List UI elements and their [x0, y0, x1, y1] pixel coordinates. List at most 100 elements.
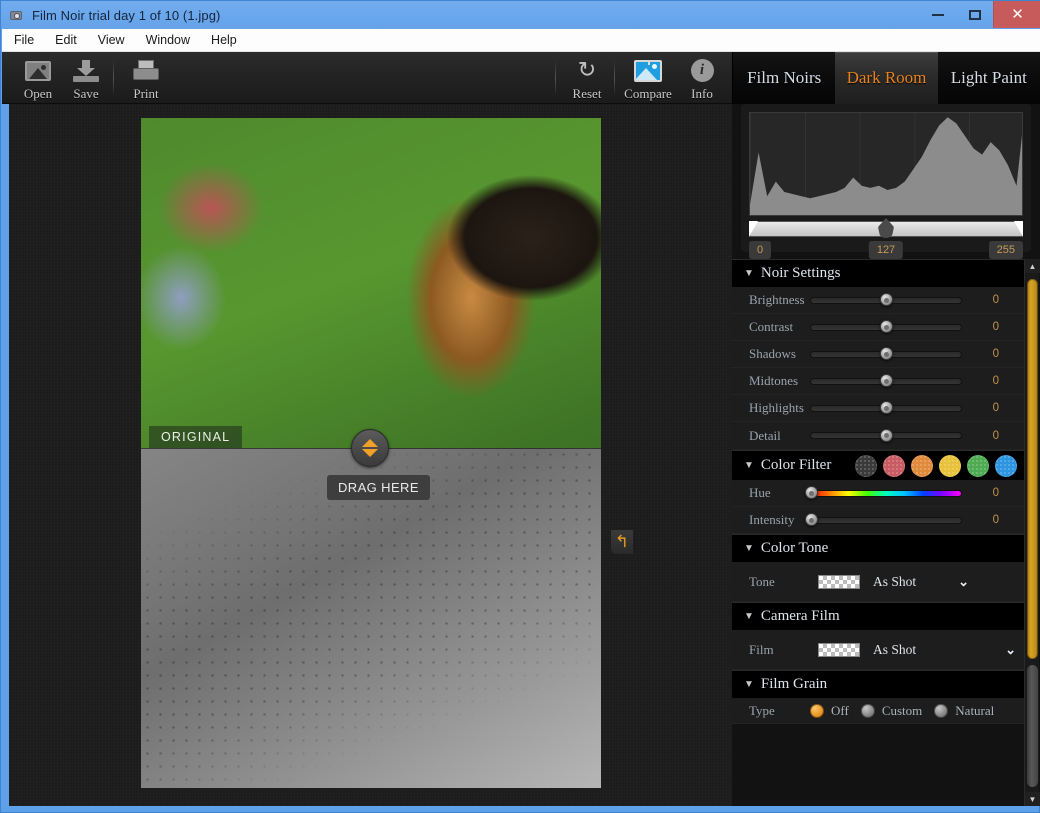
toolbar-separator	[113, 60, 114, 96]
panel-scroll-area[interactable]: ▼ Noir Settings Brightness 0 Contrast 0 …	[732, 259, 1025, 806]
hue-slider[interactable]	[810, 490, 962, 497]
radio-label: Natural	[955, 703, 994, 719]
camera-icon	[9, 7, 25, 23]
slider-label: Shadows	[732, 346, 810, 362]
radio-label: Custom	[882, 703, 922, 719]
section-title: Color Filter	[761, 457, 831, 474]
chevron-down-icon[interactable]: ⌄	[958, 574, 969, 590]
scroll-down-arrow-icon[interactable]: ▼	[1025, 792, 1040, 806]
tab-light-paint[interactable]: Light Paint	[938, 52, 1040, 104]
slider-knob[interactable]	[880, 293, 893, 306]
slider-knob[interactable]	[805, 513, 818, 526]
radio-grain-custom[interactable]	[861, 704, 875, 718]
shadows-slider[interactable]	[810, 351, 962, 358]
section-header-noir-settings[interactable]: ▼ Noir Settings	[732, 259, 1025, 287]
menu-item-window[interactable]: Window	[137, 30, 199, 50]
menu-item-view[interactable]: View	[89, 30, 134, 50]
chevron-down-icon: ▼	[744, 543, 754, 554]
panel-scrollbar[interactable]: ▲ ▼	[1024, 259, 1039, 806]
radio-grain-off[interactable]	[810, 704, 824, 718]
split-drag-handle[interactable]	[351, 429, 389, 467]
original-badge: ORIGINAL	[149, 426, 242, 448]
levels-min-label: 0	[749, 241, 771, 259]
slider-value: 0	[993, 294, 999, 306]
print-button-label: Print	[133, 86, 158, 102]
highlights-slider[interactable]	[810, 405, 962, 412]
tone-label: Tone	[732, 574, 810, 590]
chevron-down-icon[interactable]: ⌄	[1005, 642, 1016, 658]
maximize-button[interactable]	[956, 1, 993, 28]
chevron-up-icon	[362, 439, 378, 447]
detail-slider[interactable]	[810, 432, 962, 439]
slider-label: Contrast	[732, 319, 810, 335]
swatch-none[interactable]	[855, 455, 877, 477]
section-title: Film Grain	[761, 676, 827, 693]
slider-knob[interactable]	[880, 374, 893, 387]
color-filter-swatches	[855, 455, 1017, 477]
drag-here-tooltip: DRAG HERE	[327, 475, 430, 500]
slider-row-shadows: Shadows 0	[732, 341, 1025, 368]
section-header-film-grain[interactable]: ▼ Film Grain	[732, 670, 1025, 698]
section-header-color-tone[interactable]: ▼ Color Tone	[732, 534, 1025, 562]
swatch-blue[interactable]	[995, 455, 1017, 477]
swatch-orange[interactable]	[911, 455, 933, 477]
image-canvas[interactable]: ORIGINAL DRAG HERE ↰	[9, 104, 732, 806]
radio-grain-natural[interactable]	[934, 704, 948, 718]
slider-knob[interactable]	[880, 347, 893, 360]
tone-dropdown-row[interactable]: Tone As Shot ⌄	[732, 562, 1025, 602]
contrast-slider[interactable]	[810, 324, 962, 331]
scrollbar-track[interactable]	[1025, 273, 1040, 792]
slider-value: 0	[993, 348, 999, 360]
chevron-down-icon	[362, 449, 378, 457]
slider-knob[interactable]	[880, 429, 893, 442]
minimize-button[interactable]	[919, 1, 956, 28]
photo-preview[interactable]: ORIGINAL DRAG HERE	[141, 118, 601, 788]
compare-button[interactable]: Compare	[618, 54, 678, 102]
intensity-slider[interactable]	[810, 517, 962, 524]
save-button[interactable]: Save	[57, 54, 115, 102]
close-button[interactable]: ✕	[993, 1, 1040, 28]
window-title: Film Noir trial day 1 of 10 (1.jpg)	[32, 8, 220, 23]
reset-button[interactable]: ↻ Reset	[558, 54, 616, 102]
menu-item-file[interactable]: File	[5, 30, 43, 50]
section-header-color-filter[interactable]: ▼ Color Filter	[732, 450, 1025, 480]
maximize-icon	[969, 10, 981, 20]
levels-slider[interactable]	[749, 221, 1023, 237]
reset-icon: ↻	[578, 60, 596, 82]
info-button[interactable]: i Info	[678, 54, 726, 102]
film-dropdown-row[interactable]: Film As Shot ⌄	[732, 630, 1025, 670]
brightness-slider[interactable]	[810, 297, 962, 304]
slider-row-detail: Detail 0	[732, 422, 1025, 450]
print-button[interactable]: Print	[117, 54, 175, 102]
scrollbar-lower-region[interactable]	[1027, 665, 1038, 787]
tone-preview-swatch	[818, 575, 860, 589]
scrollbar-thumb[interactable]	[1027, 279, 1038, 659]
undo-button[interactable]: ↰	[611, 530, 633, 554]
tab-film-noirs[interactable]: Film Noirs	[733, 52, 835, 104]
slider-knob[interactable]	[805, 486, 818, 499]
levels-white-point-handle[interactable]	[1014, 221, 1023, 237]
open-button-label: Open	[24, 86, 52, 102]
chevron-down-icon: ▼	[744, 611, 754, 622]
slider-label: Highlights	[732, 400, 810, 416]
tab-dark-room[interactable]: Dark Room	[835, 52, 937, 104]
mode-tabs: Film Noirs Dark Room Light Paint	[732, 52, 1040, 104]
chevron-down-icon: ▼	[744, 460, 754, 471]
menu-item-edit[interactable]: Edit	[46, 30, 86, 50]
swatch-red[interactable]	[883, 455, 905, 477]
menu-item-help[interactable]: Help	[202, 30, 246, 50]
swatch-yellow[interactable]	[939, 455, 961, 477]
levels-black-point-handle[interactable]	[749, 221, 758, 237]
midtones-slider[interactable]	[810, 378, 962, 385]
levels-midpoint-handle[interactable]	[878, 218, 894, 238]
save-button-label: Save	[73, 86, 98, 102]
slider-knob[interactable]	[880, 320, 893, 333]
section-header-camera-film[interactable]: ▼ Camera Film	[732, 602, 1025, 630]
section-title: Color Tone	[761, 540, 828, 557]
scroll-up-arrow-icon[interactable]: ▲	[1025, 259, 1040, 273]
slider-knob[interactable]	[880, 401, 893, 414]
slider-row-highlights: Highlights 0	[732, 395, 1025, 422]
section-title: Noir Settings	[761, 265, 841, 282]
slider-value: 0	[993, 321, 999, 333]
swatch-green[interactable]	[967, 455, 989, 477]
